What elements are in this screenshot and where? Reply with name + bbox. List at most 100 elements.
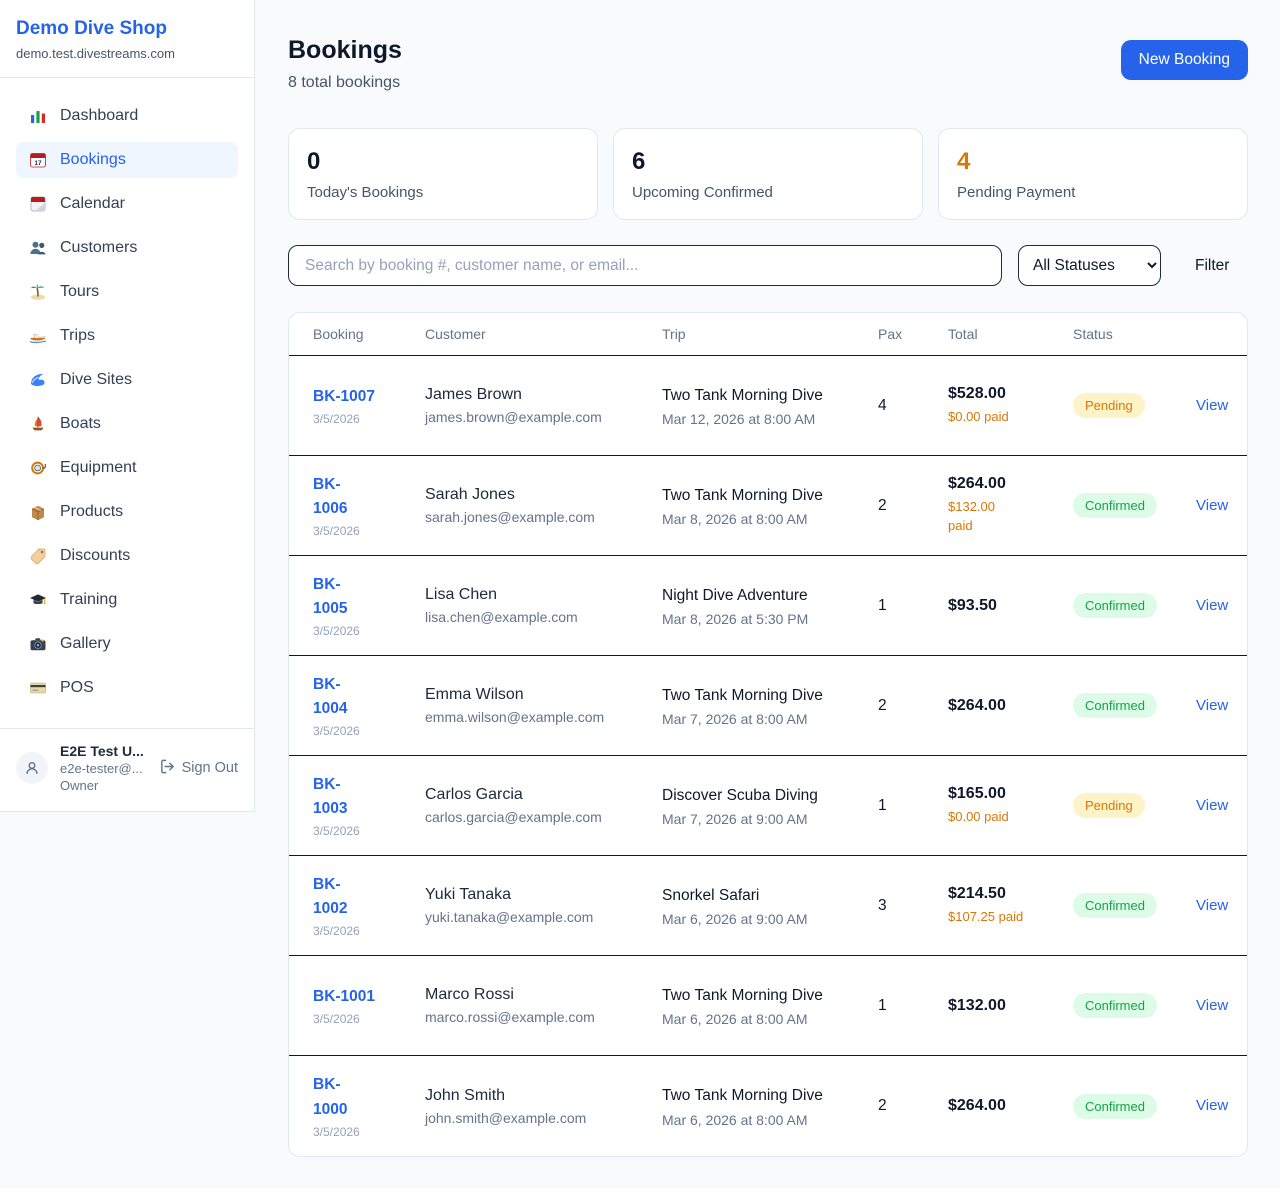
pax-cell: 1 [878, 997, 948, 1015]
booking-id-link[interactable]: BK- 1003 [313, 773, 347, 821]
status-cell: Confirmed [1073, 993, 1196, 1018]
table-row: BK- 1000 3/5/2026 John Smith john.smith@… [289, 1056, 1247, 1156]
status-cell: Confirmed [1073, 1094, 1196, 1119]
table-row: BK- 1002 3/5/2026 Yuki Tanaka yuki.tanak… [289, 856, 1247, 956]
booking-id-link[interactable]: BK-1007 [313, 385, 375, 409]
sidebar-item-dive-sites[interactable]: Dive Sites [16, 362, 238, 398]
total-amount: $528.00 [948, 385, 1059, 403]
stats-row: 0 Today's Bookings 6 Upcoming Confirmed … [288, 128, 1248, 220]
customer-name: Lisa Chen [425, 586, 648, 604]
trip-name: Two Tank Morning Dive [662, 1084, 864, 1107]
total-cell: $264.00 [948, 1097, 1073, 1115]
customer-email: lisa.chen@example.com [425, 609, 648, 625]
sidebar-item-label: Tours [60, 283, 99, 301]
view-link[interactable]: View [1196, 997, 1228, 1014]
actions-cell: View [1196, 497, 1242, 515]
sidebar-item-bookings[interactable]: 17 Bookings [16, 142, 238, 178]
table-header-row: Booking Customer Trip Pax Total Status [289, 313, 1247, 356]
booking-cell: BK- 1002 3/5/2026 [313, 873, 425, 938]
actions-cell: View [1196, 597, 1242, 615]
sidebar-item-tours[interactable]: Tours [16, 274, 238, 310]
customer-name: James Brown [425, 386, 648, 404]
table-body: BK-1007 3/5/2026 James Brown james.brown… [289, 356, 1247, 1156]
actions-cell: View [1196, 397, 1242, 415]
column-header-pax: Pax [878, 326, 948, 342]
page-title: Bookings [288, 36, 402, 65]
column-header-customer: Customer [425, 326, 662, 342]
dashboard-chart-icon [29, 107, 47, 125]
graduation-cap-icon [29, 591, 47, 609]
customer-cell: John Smith john.smith@example.com [425, 1087, 662, 1126]
pax-cell: 2 [878, 697, 948, 715]
package-box-icon [29, 503, 47, 521]
tearoff-calendar-icon [29, 195, 47, 213]
search-input[interactable] [288, 245, 1002, 286]
view-link[interactable]: View [1196, 797, 1228, 814]
sidebar: Demo Dive Shop demo.test.divestreams.com… [0, 0, 255, 812]
booking-id-link[interactable]: BK- 1005 [313, 573, 347, 621]
status-cell: Confirmed [1073, 593, 1196, 618]
sidebar-item-boats[interactable]: Boats [16, 406, 238, 442]
trip-cell: Two Tank Morning Dive Mar 8, 2026 at 8:0… [662, 484, 878, 527]
view-link[interactable]: View [1196, 697, 1228, 714]
sidebar-item-pos[interactable]: POS [16, 670, 238, 706]
user-info: E2E Test U... e2e-tester@... Owner [60, 743, 147, 793]
table-controls: All Statuses Filter [288, 245, 1248, 286]
paid-amount: $132.00 paid [948, 498, 1059, 536]
sidebar-item-dashboard[interactable]: Dashboard [16, 98, 238, 134]
view-link[interactable]: View [1196, 1097, 1228, 1114]
stat-label: Today's Bookings [307, 184, 579, 201]
sidebar-item-trips[interactable]: Trips [16, 318, 238, 354]
page-subtitle: 8 total bookings [288, 74, 402, 92]
sidebar-item-gallery[interactable]: Gallery [16, 626, 238, 662]
view-link[interactable]: View [1196, 597, 1228, 614]
trip-datetime: Mar 8, 2026 at 8:00 AM [662, 511, 864, 527]
customer-cell: James Brown james.brown@example.com [425, 386, 662, 425]
booking-id-link[interactable]: BK- 1000 [313, 1073, 347, 1121]
sign-out-button[interactable]: Sign Out [159, 758, 238, 779]
total-amount: $264.00 [948, 1097, 1059, 1115]
sidebar-item-equipment[interactable]: Equipment [16, 450, 238, 486]
booking-id-link[interactable]: BK- 1002 [313, 873, 347, 921]
svg-text:17: 17 [34, 160, 42, 167]
booking-cell: BK-1007 3/5/2026 [313, 385, 425, 426]
status-filter-select[interactable]: All Statuses [1018, 245, 1161, 286]
booking-id-link[interactable]: BK-1001 [313, 985, 375, 1009]
status-cell: Confirmed [1073, 893, 1196, 918]
sidebar-item-customers[interactable]: Customers [16, 230, 238, 266]
actions-cell: View [1196, 897, 1242, 915]
paid-amount: $0.00 paid [948, 408, 1059, 427]
view-link[interactable]: View [1196, 397, 1228, 414]
total-cell: $528.00 $0.00 paid [948, 385, 1073, 427]
customer-name: John Smith [425, 1087, 648, 1105]
paid-amount: $107.25 paid [948, 908, 1059, 927]
actions-cell: View [1196, 797, 1242, 815]
sidebar-item-calendar[interactable]: Calendar [16, 186, 238, 222]
total-cell: $264.00 $132.00 paid [948, 475, 1073, 536]
people-icon [29, 239, 47, 257]
view-link[interactable]: View [1196, 497, 1228, 514]
status-badge: Confirmed [1073, 493, 1157, 518]
booking-date: 3/5/2026 [313, 924, 411, 938]
status-badge: Confirmed [1073, 1094, 1157, 1119]
new-booking-button[interactable]: New Booking [1121, 40, 1248, 80]
status-badge: Confirmed [1073, 993, 1157, 1018]
sidebar-item-label: Trips [60, 327, 95, 345]
price-tag-icon [29, 547, 47, 565]
sidebar-item-label: Calendar [60, 195, 125, 213]
booking-date: 3/5/2026 [313, 824, 411, 838]
sidebar-item-label: Gallery [60, 635, 111, 653]
table-row: BK- 1006 3/5/2026 Sarah Jones sarah.jone… [289, 456, 1247, 556]
wave-icon [29, 371, 47, 389]
total-amount: $214.50 [948, 885, 1059, 903]
booking-id-link[interactable]: BK- 1004 [313, 673, 347, 721]
filter-button[interactable]: Filter [1177, 257, 1247, 275]
trip-datetime: Mar 7, 2026 at 9:00 AM [662, 811, 864, 827]
sidebar-item-label: Discounts [60, 547, 130, 565]
sidebar-item-products[interactable]: Products [16, 494, 238, 530]
sidebar-item-discounts[interactable]: Discounts [16, 538, 238, 574]
view-link[interactable]: View [1196, 897, 1228, 914]
main-content: Bookings 8 total bookings New Booking 0 … [255, 0, 1280, 1188]
booking-id-link[interactable]: BK- 1006 [313, 473, 347, 521]
sidebar-item-training[interactable]: Training [16, 582, 238, 618]
